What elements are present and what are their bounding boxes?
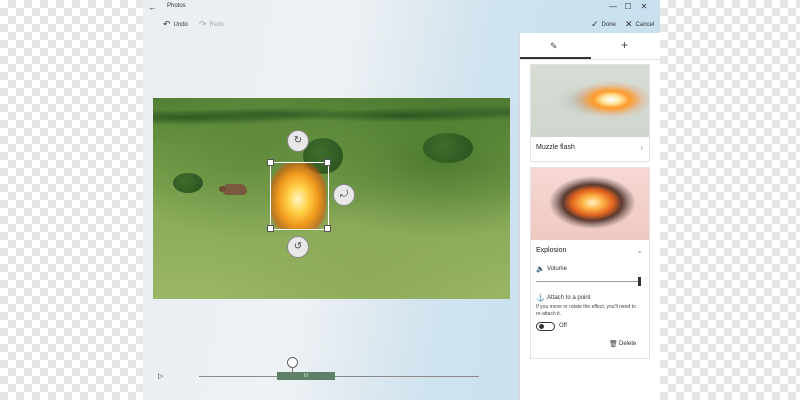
resize-handle[interactable]: [267, 159, 274, 166]
transparency-background-left: [0, 0, 143, 400]
chevron-right-icon[interactable]: ›: [640, 143, 643, 152]
effect-card-explosion[interactable]: Explosion ⌄ 🔈 Volume ⚓ Attach to a point…: [530, 167, 650, 359]
volume-slider-track[interactable]: [536, 281, 640, 282]
effect-card-muzzle-flash[interactable]: Muzzle flash ›: [530, 64, 650, 162]
effect-title: Explosion: [536, 247, 567, 254]
rotate-bottom-icon[interactable]: ↺: [287, 236, 309, 258]
effect-selection-box[interactable]: [270, 162, 329, 230]
bush: [173, 173, 203, 193]
minimize-button[interactable]: —: [606, 1, 620, 13]
cancel-button[interactable]: ✕ Cancel: [625, 19, 654, 30]
cancel-icon: ✕: [625, 19, 633, 29]
play-button[interactable]: ▷: [158, 372, 163, 380]
playhead-handle[interactable]: [287, 357, 298, 368]
timeline-track[interactable]: [199, 376, 479, 377]
done-button[interactable]: ✓ Done: [591, 19, 616, 30]
cancel-label: Cancel: [635, 21, 655, 28]
trash-icon[interactable]: 🗑: [609, 340, 618, 348]
attach-help-text: If you move or rotate the effect, you'll…: [536, 304, 636, 317]
delete-button[interactable]: Delete: [619, 341, 636, 347]
warthog: [219, 184, 247, 195]
pencil-icon[interactable]: ✎: [550, 41, 558, 52]
redo-label: Redo: [209, 21, 224, 28]
undo-icon: ↶: [163, 19, 171, 29]
attach-toggle[interactable]: [536, 322, 555, 331]
redo-button[interactable]: ↷ Redo: [199, 19, 224, 30]
effect-title: Muzzle flash: [536, 144, 575, 151]
title-bar: ← Photos — ☐ ✕: [143, 0, 660, 14]
undo-button[interactable]: ↶ Undo: [163, 19, 188, 30]
muzzle-flash-thumbnail: [531, 65, 649, 137]
back-arrow-icon[interactable]: ←: [148, 2, 157, 12]
panel-tabs: ✎ +: [520, 33, 660, 60]
maximize-button[interactable]: ☐: [621, 1, 635, 13]
app-title: Photos: [167, 3, 186, 9]
resize-handle[interactable]: [324, 225, 331, 232]
check-icon: ✓: [591, 19, 599, 29]
toggle-knob: [539, 324, 544, 329]
background-trees: [153, 98, 510, 130]
volume-label: Volume: [547, 266, 568, 272]
close-window-button[interactable]: ✕: [637, 1, 651, 13]
resize-handle[interactable]: [267, 225, 274, 232]
anchor-icon: ⚓: [536, 295, 545, 302]
transparency-background-right: [660, 0, 800, 400]
bush: [423, 133, 473, 163]
attach-to-point-label: Attach to a point: [547, 295, 591, 301]
resize-handle[interactable]: [324, 159, 331, 166]
undo-label: Undo: [173, 21, 188, 28]
rotate-side-icon[interactable]: ⤾: [333, 184, 355, 206]
done-label: Done: [601, 21, 616, 28]
redo-icon: ↷: [199, 19, 207, 29]
speaker-icon: 🔈: [536, 266, 545, 273]
volume-slider-thumb[interactable]: [638, 277, 641, 286]
rotate-top-icon[interactable]: ↻: [287, 130, 309, 152]
effects-panel: ✎ + Muzzle flash › Explosion ⌄ 🔈 Volume …: [519, 33, 660, 400]
tab-divider: [520, 59, 660, 60]
plus-icon[interactable]: +: [621, 38, 628, 52]
explosion-thumbnail: [531, 168, 649, 240]
chevron-down-icon[interactable]: ⌄: [636, 246, 643, 255]
video-preview[interactable]: ↻ ⤾ ↺: [153, 98, 510, 299]
photos-app-window: ← Photos — ☐ ✕ ↶ Undo ↷ Redo ✓ Done ✕ Ca…: [143, 0, 660, 400]
effect-clip-range[interactable]: III: [277, 372, 335, 380]
toggle-state-label: Off: [559, 323, 567, 329]
